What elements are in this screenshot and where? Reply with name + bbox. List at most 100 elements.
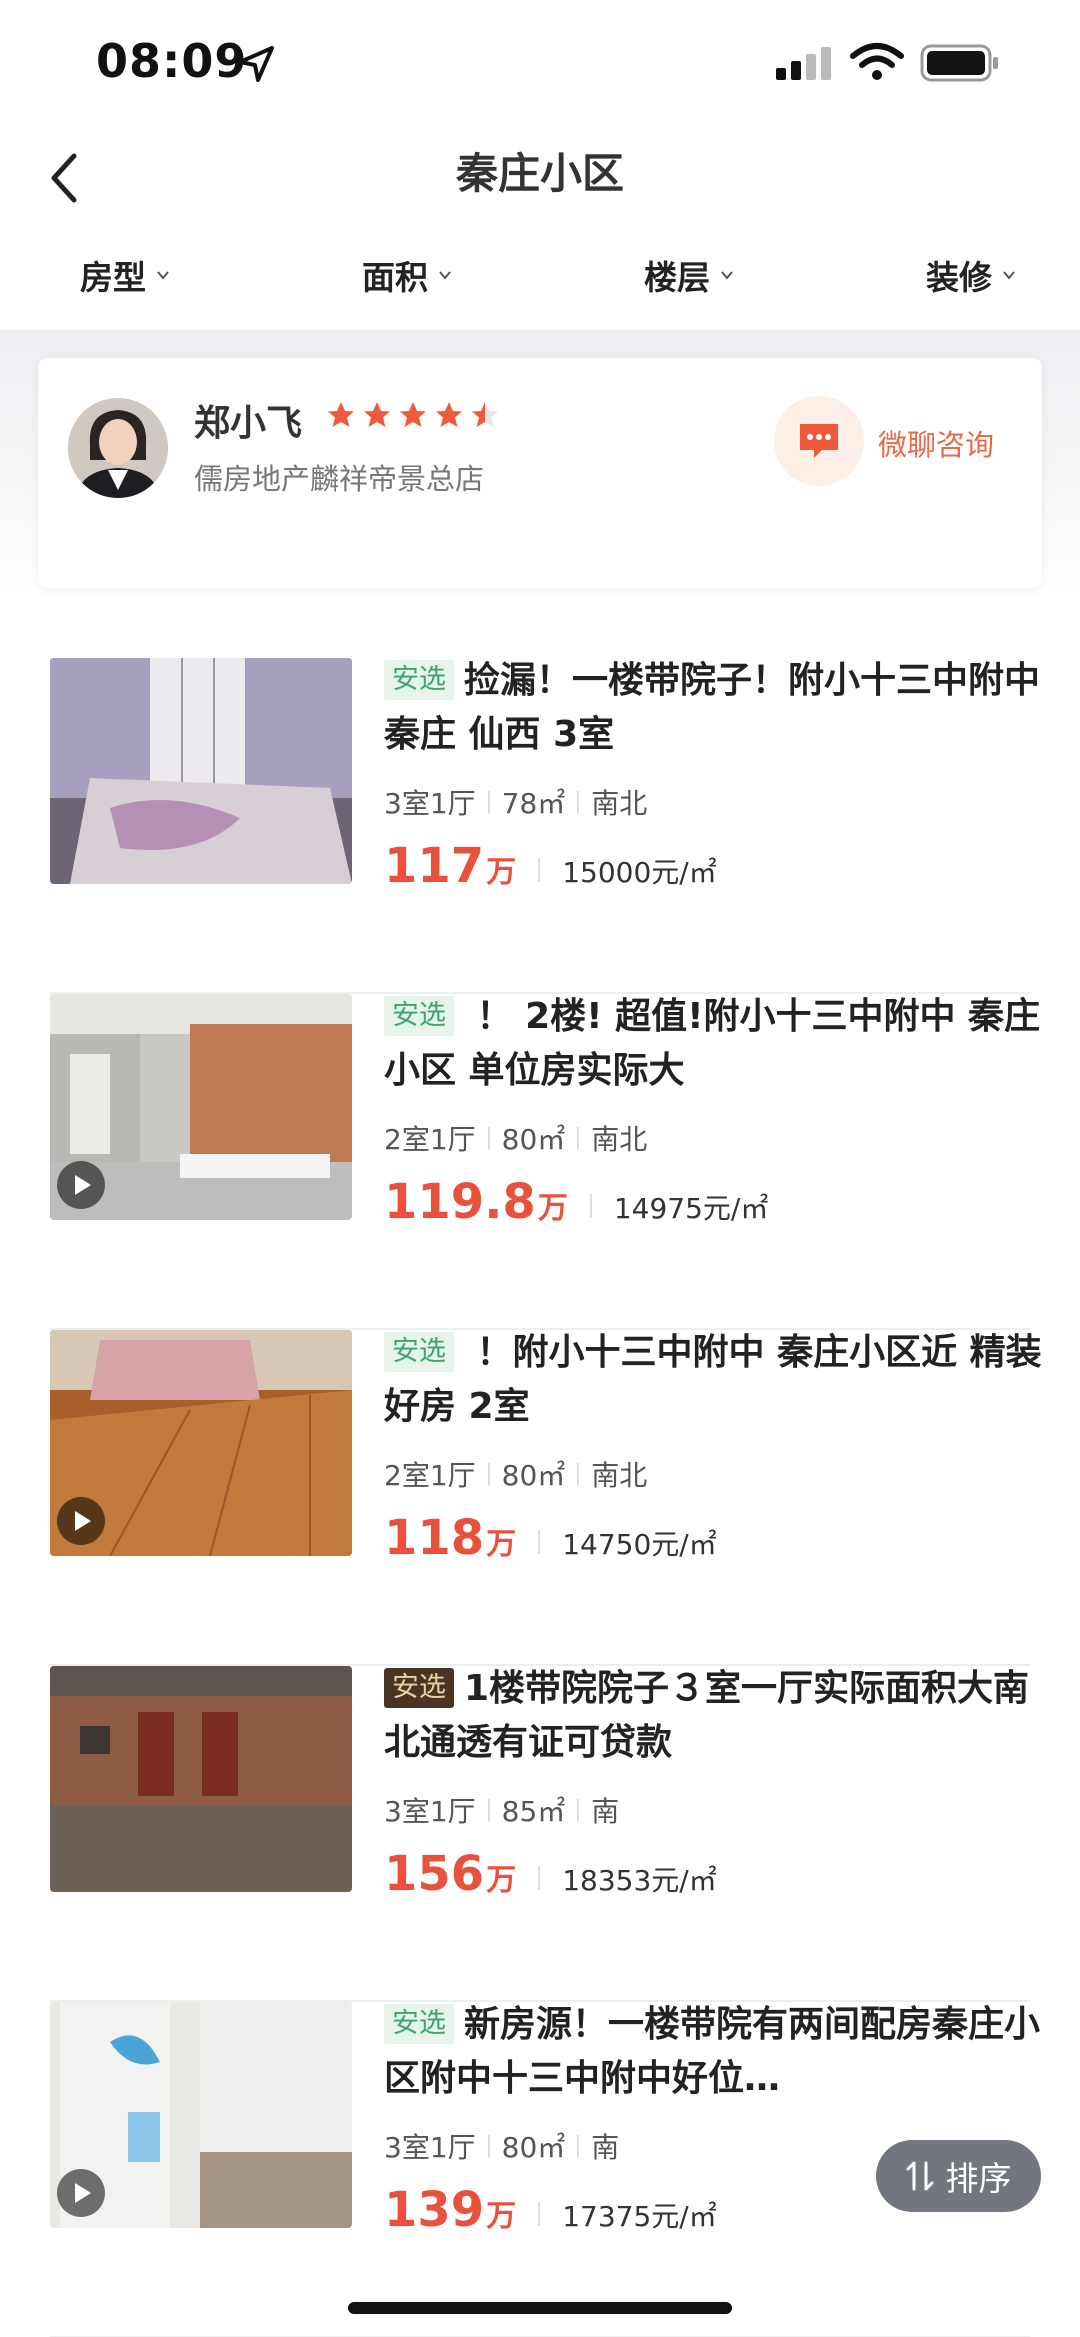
- listing-title[interactable]: 安选 新房源！一楼带院有两间配房秦庄小区附中十三中附中好位…: [384, 1998, 1044, 2106]
- filter-label: 楼层: [644, 258, 710, 297]
- divider: [538, 2202, 541, 2226]
- divider: [577, 2135, 580, 2157]
- home-indicator[interactable]: [348, 2302, 732, 2314]
- chat-bubble-icon: [800, 424, 838, 458]
- sort-icon: [906, 2161, 933, 2191]
- sort-button[interactable]: 排序: [876, 2140, 1041, 2212]
- divider: [538, 858, 541, 882]
- location-arrow-icon: [238, 46, 274, 82]
- divider: [487, 2135, 490, 2157]
- listing-title[interactable]: 安选 1楼带院院子３室一厅实际面积大南北通透有证可贷款: [384, 1662, 1044, 1770]
- listing-title-text: ！附小十三中附中 秦庄小区近 精装好房 2室: [384, 1332, 1042, 1427]
- price-unit: 万: [537, 1191, 568, 1226]
- price-row: 119.8 万 14975元/㎡: [384, 1174, 768, 1230]
- price-unit: 万: [486, 2199, 517, 2234]
- price-row: 139 万 17375元/㎡: [384, 2182, 717, 2238]
- listing-title-text: 1楼带院院子３室一厅实际面积大南北通透有证可贷款: [384, 1668, 1030, 1763]
- nav-bar: 秦庄小区: [0, 130, 1080, 235]
- listing-orientation: 南北: [591, 1123, 648, 1156]
- unit-price: 18353元/㎡: [562, 1864, 717, 1897]
- filter-bar: 房型 面积 楼层 装修: [0, 240, 1080, 330]
- verified-tag: 安选: [384, 2004, 454, 2044]
- listing-layout: 2室1厅: [384, 1459, 476, 1492]
- bedroom-photo: [50, 658, 352, 884]
- chat-button[interactable]: [774, 396, 864, 486]
- listing-meta: 3室1厅 78㎡ 南北: [384, 782, 647, 822]
- chevron-down-icon: [157, 271, 169, 280]
- price-row: 118 万 14750元/㎡: [384, 1510, 717, 1566]
- avatar[interactable]: [68, 398, 168, 498]
- total-price: 118: [384, 1510, 485, 1566]
- divider: [589, 1194, 592, 1218]
- filter-room-type[interactable]: 房型: [80, 240, 170, 310]
- price-unit: 万: [486, 855, 517, 890]
- total-price: 139: [384, 2182, 485, 2238]
- video-play-icon[interactable]: [56, 1160, 106, 1210]
- listing-item[interactable]: 安选 ！ 2楼! 超值!附小十三中附中 秦庄小区 单位房实际大 2室1厅 80㎡…: [50, 994, 1040, 1330]
- listing-title[interactable]: 安选 ！附小十三中附中 秦庄小区近 精装好房 2室: [384, 1326, 1044, 1434]
- listing-title[interactable]: 安选 捡漏！一楼带院子！附小十三中附中 秦庄 仙西 3室: [384, 654, 1044, 762]
- video-play-icon[interactable]: [56, 2168, 106, 2218]
- video-play-icon[interactable]: [56, 1496, 106, 1546]
- verified-tag: 安选: [384, 1332, 454, 1372]
- listing-photo[interactable]: [50, 994, 352, 1220]
- listing-area: 80㎡: [501, 2131, 566, 2164]
- star-icon: [436, 402, 462, 427]
- chevron-down-icon: [1003, 271, 1015, 280]
- agent-name: 郑小飞: [194, 403, 303, 444]
- filter-area[interactable]: 面积: [362, 240, 452, 310]
- filter-floor[interactable]: 楼层: [644, 240, 734, 310]
- price-row: 156 万 18353元/㎡: [384, 1846, 717, 1902]
- listing-area: 78㎡: [501, 787, 566, 820]
- listing-title[interactable]: 安选 ！ 2楼! 超值!附小十三中附中 秦庄小区 单位房实际大: [384, 990, 1044, 1098]
- total-price: 156: [384, 1846, 485, 1902]
- listing-area: 80㎡: [501, 1123, 566, 1156]
- listing-orientation: 南: [591, 1795, 620, 1828]
- wifi-icon: [850, 43, 904, 80]
- price-unit: 万: [486, 1863, 517, 1898]
- chat-consult-link[interactable]: 微聊咨询: [878, 422, 994, 464]
- divider: [538, 1530, 541, 1554]
- chevron-down-icon: [721, 271, 733, 280]
- listing-photo[interactable]: [50, 1330, 352, 1556]
- listing-meta: 2室1厅 80㎡ 南北: [384, 1454, 647, 1494]
- filter-label: 房型: [80, 258, 146, 297]
- chevron-down-icon: [439, 271, 451, 280]
- listing-photo[interactable]: [50, 2002, 352, 2228]
- filter-label: 面积: [362, 258, 428, 297]
- filter-label: 装修: [926, 258, 992, 297]
- divider: [577, 1127, 580, 1149]
- listing-layout: 3室1厅: [384, 1795, 476, 1828]
- page-title: 秦庄小区: [455, 149, 624, 198]
- listing-item[interactable]: 安选 1楼带院院子３室一厅实际面积大南北通透有证可贷款 3室1厅 85㎡ 南 15…: [50, 1666, 1030, 2002]
- price-row: 117 万 15000元/㎡: [384, 838, 717, 894]
- agent-card[interactable]: 郑小飞 儒房地产麟祥帝景总店 微聊咨询: [38, 358, 1042, 588]
- unit-price: 14975元/㎡: [613, 1192, 769, 1225]
- total-price: 119.8: [384, 1174, 536, 1230]
- listing-photo[interactable]: [50, 658, 352, 884]
- divider: [487, 791, 490, 813]
- listing-item[interactable]: 安选 捡漏！一楼带院子！附小十三中附中 秦庄 仙西 3室 3室1厅 78㎡ 南北 …: [50, 658, 1040, 994]
- listing-layout: 2室1厅: [384, 1123, 476, 1156]
- listing-orientation: 南北: [591, 787, 648, 820]
- star-icon: [400, 402, 426, 427]
- listing-meta: 2室1厅 80㎡ 南北: [384, 1118, 647, 1158]
- agent-rating: [326, 400, 506, 430]
- listing-item[interactable]: 安选 ！附小十三中附中 秦庄小区近 精装好房 2室 2室1厅 80㎡ 南北 11…: [50, 1330, 1042, 1666]
- divider: [577, 1799, 580, 1821]
- listing-photo[interactable]: [50, 1666, 352, 1892]
- filter-decoration[interactable]: 装修: [926, 240, 1016, 310]
- unit-price: 17375元/㎡: [562, 2200, 717, 2233]
- star-icon: [364, 402, 390, 427]
- listing-layout: 3室1厅: [384, 2131, 476, 2164]
- cellular-signal-icon: [776, 47, 831, 80]
- agent-photo: [68, 398, 168, 498]
- divider: [577, 1463, 580, 1485]
- divider: [487, 1127, 490, 1149]
- agent-company: 儒房地产麟祥帝景总店: [194, 462, 485, 496]
- listing-meta: 3室1厅 85㎡ 南: [384, 1790, 619, 1830]
- battery-icon: [920, 44, 998, 82]
- divider: [538, 1866, 541, 1890]
- verified-tag: 安选: [384, 996, 454, 1036]
- total-price: 117: [384, 838, 485, 894]
